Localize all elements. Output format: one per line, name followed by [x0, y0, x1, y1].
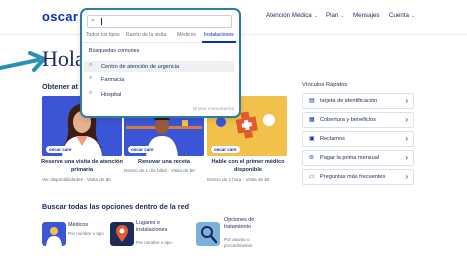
network-section-title: Buscar todas las opciones dentro de la r… [42, 202, 189, 211]
suggestion-label: Farmacia [101, 77, 125, 83]
card-title-first-doctor[interactable]: Hable con el primer médico disponible [204, 158, 292, 174]
oscar-care-badge: oscar care [46, 146, 75, 153]
id-card-icon: ▤ [309, 98, 315, 104]
nav-atencion-medica[interactable]: Atención Médica ⌄ [266, 12, 318, 19]
quick-link-coverage[interactable]: ▦ Cobertura y beneficios › [302, 112, 414, 128]
search-input[interactable]: ⌕ [87, 15, 232, 28]
option-subtitle: Por asunto o procedimiento [224, 237, 253, 248]
card-subtitle: Dentro de 1 hora · Visita de $0 [207, 177, 270, 182]
quick-link-label: tarjeta de identificación [320, 98, 378, 104]
text-cursor [101, 18, 102, 25]
nav-label: Plan [326, 12, 339, 19]
quick-link-claims[interactable]: ▣ Reclamos › [302, 131, 414, 147]
chevron-right-icon: › [405, 96, 408, 105]
chevron-down-icon: ⌄ [410, 13, 416, 19]
tab-medicos[interactable]: Médicos [177, 32, 196, 38]
chevron-down-icon: ⌄ [313, 13, 318, 19]
nav-label: Cuenta [389, 12, 409, 19]
search-dropdown-panel: ⌕ Todos los tipos Razón de la visita Méd… [80, 8, 241, 118]
option-title-treatment[interactable]: Opciones de tratamiento [224, 217, 264, 231]
oscar-logo[interactable]: oscar [42, 9, 78, 24]
quick-link-pay-premium[interactable]: ⊜ Pagar la prima mensual › [302, 150, 414, 166]
chevron-right-icon: › [405, 115, 408, 124]
send-feedback-link[interactable]: Enviar comentarios [193, 107, 234, 112]
option-title-doctors[interactable]: Médicos [68, 222, 88, 229]
tab-razon-de-la-visita[interactable]: Razón de la visita [126, 32, 166, 38]
suggestion-item[interactable]: ⌕ Centro de atención de urgencia [84, 61, 234, 72]
magnifier-treatment-icon [196, 222, 220, 246]
claims-icon: ▣ [309, 136, 315, 142]
chevron-right-icon: › [405, 134, 408, 143]
greeting-heading: Hola [42, 46, 85, 71]
tab-instalaciones[interactable]: Instalaciones [204, 32, 234, 38]
quick-link-faq[interactable]: ▭ Preguntas más frecuentes › [302, 169, 414, 185]
nav-cuenta[interactable]: Cuenta ⌄ [389, 12, 415, 19]
quick-link-label: Pagar la prima mensual [320, 155, 380, 161]
quick-link-label: Preguntas más frecuentes [320, 174, 386, 180]
suggestion-label: Hospital [101, 92, 122, 98]
search-icon: ⌕ [89, 90, 93, 96]
card-subtitle: Ver disponibilidades · Visita de $0 [42, 177, 111, 182]
location-pin-icon [110, 222, 134, 246]
chevron-right-icon: › [405, 153, 408, 162]
option-title-places[interactable]: Lugares e instalaciones [136, 220, 178, 234]
oscar-care-badge: oscar care [128, 146, 157, 153]
search-icon: ⌕ [89, 75, 93, 81]
quick-link-label: Cobertura y beneficios [320, 117, 376, 123]
doctor-person-icon [42, 222, 66, 246]
option-subtitle: Por nombre o tipo [68, 231, 104, 236]
nav-plan[interactable]: Plan ⌄ [326, 12, 345, 19]
suggestion-item[interactable]: ⌕ Hospital [84, 89, 234, 100]
document-icon: ▦ [309, 117, 315, 123]
oscar-care-badge: oscar care [211, 146, 240, 153]
active-tab-indicator [202, 41, 236, 43]
quick-link-id-card[interactable]: ▤ tarjeta de identificación › [302, 93, 414, 109]
suggestion-item[interactable]: ⌕ Farmacia [84, 74, 234, 85]
obtener-section-title: Obtener at [42, 82, 78, 91]
nav-label: Atención Médica [266, 12, 312, 19]
quick-link-label: Reclamos [320, 136, 345, 142]
chevron-right-icon: › [405, 172, 408, 181]
nav-mensajes[interactable]: Mensajes [353, 12, 379, 19]
common-searches-title: Búsquedas comunes [89, 48, 140, 54]
option-subtitle: Por nombre o tipo [136, 240, 172, 245]
tab-todos-los-tipos[interactable]: Todos los tipos [86, 32, 120, 38]
card-subtitle: Dentro de 1 día hábil · Visita de $0 [124, 168, 195, 173]
chat-icon: ▭ [309, 174, 315, 180]
search-icon: ⌕ [91, 17, 95, 24]
suggestion-label: Centro de atención de urgencia [101, 64, 180, 70]
card-title-primary-care[interactable]: Reserve una visita de atención primaria [39, 158, 125, 174]
quick-links-title: Vínculos Rápidos [302, 82, 348, 88]
card-title-renew-rx[interactable]: Renovar una receta [121, 158, 207, 166]
search-icon: ⌕ [89, 62, 93, 68]
chevron-down-icon: ⌄ [340, 13, 345, 19]
dollar-icon: ⊜ [309, 155, 315, 161]
